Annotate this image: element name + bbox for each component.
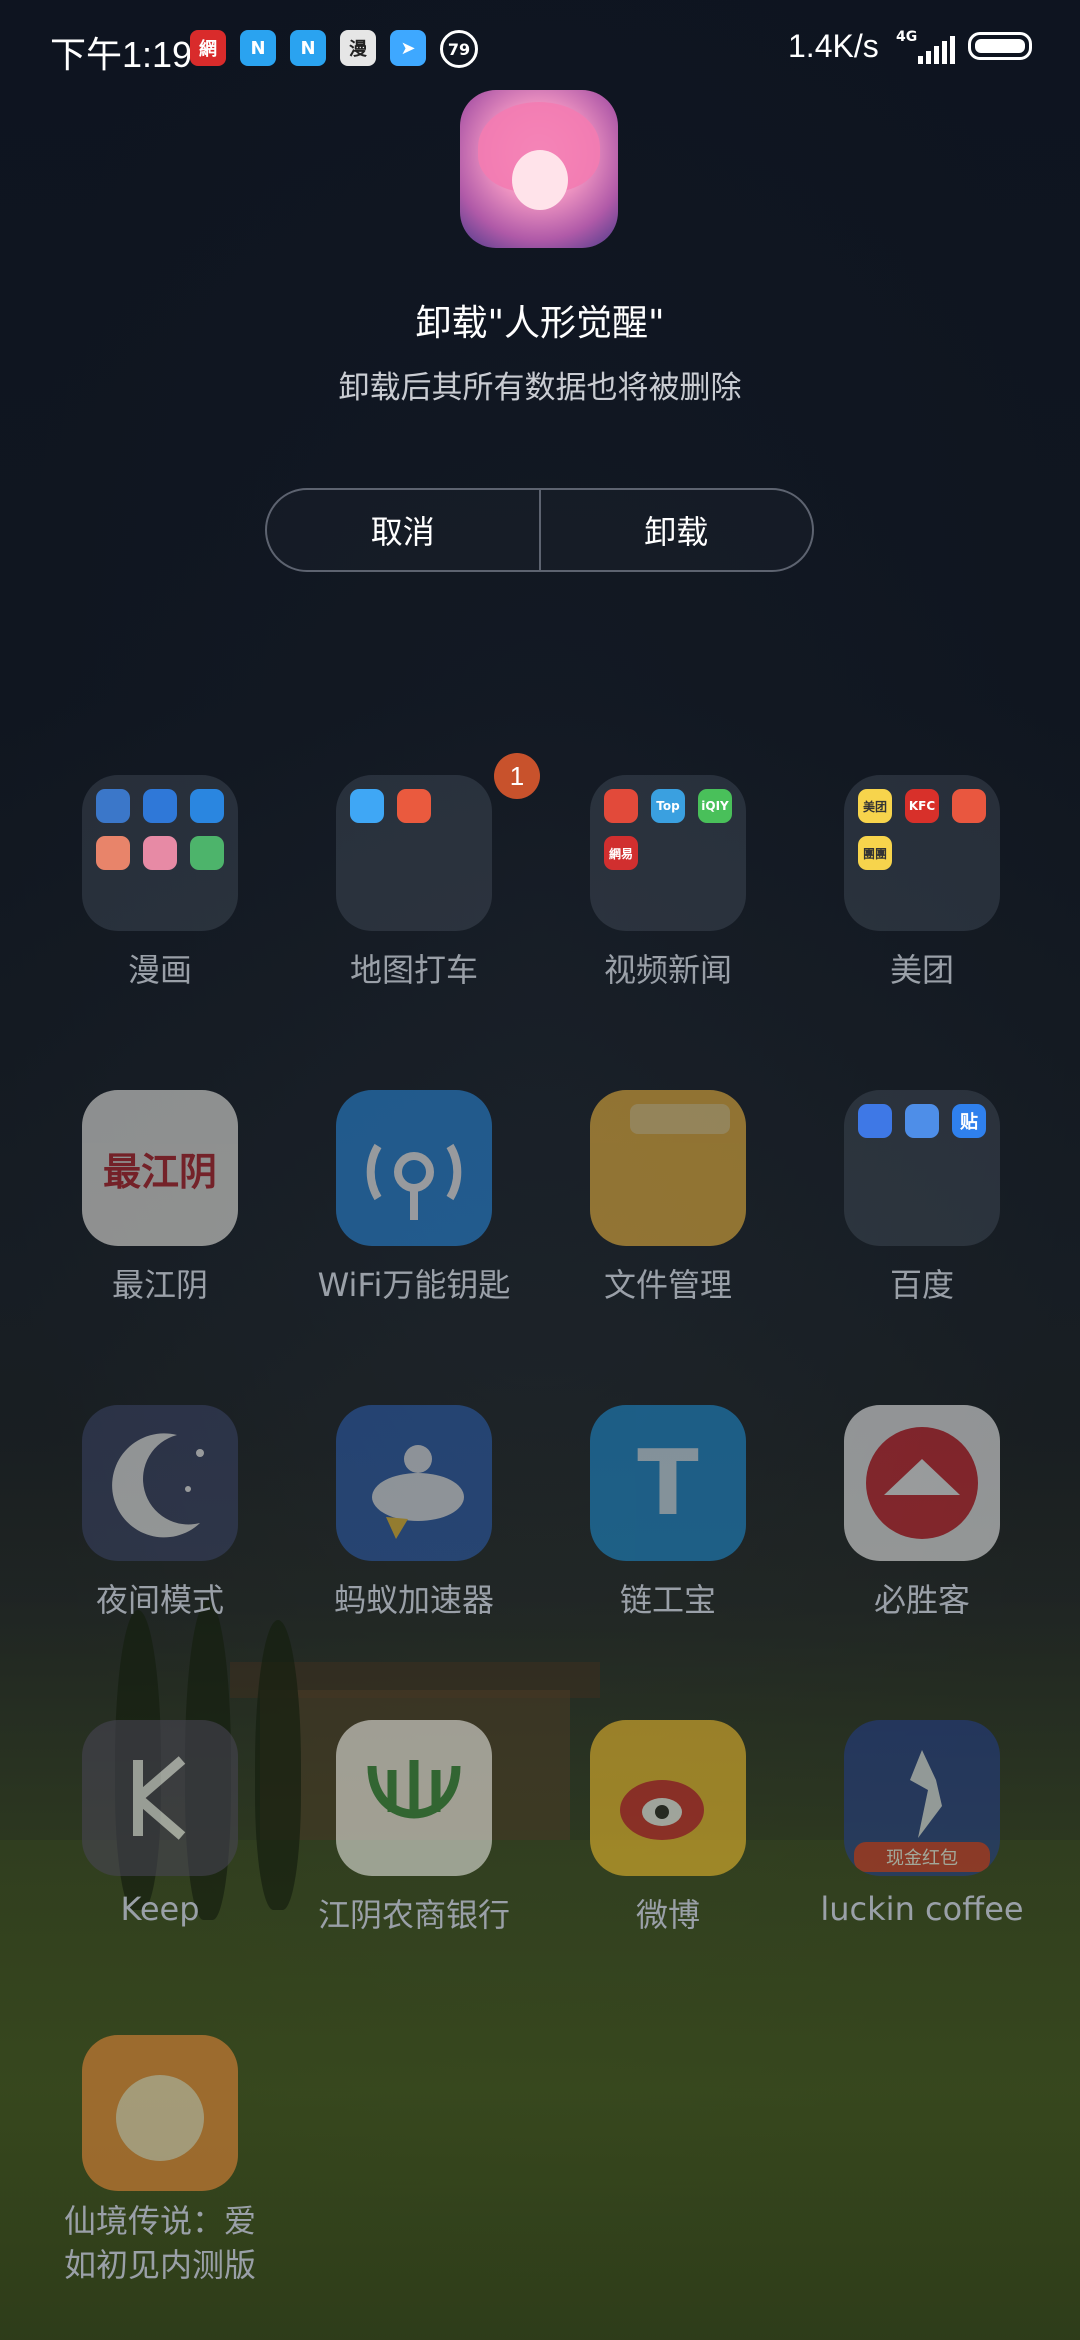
app-ant-accelerator[interactable]: 蚂蚁加速器 xyxy=(264,1405,518,1665)
app-weibo[interactable]: 微博 xyxy=(518,1720,772,1980)
n-app-icon: N xyxy=(290,30,326,66)
jiangyin-bank-icon xyxy=(336,1720,492,1876)
app-ragnarok-game[interactable]: 仙境传说：爱 如初见内测版 xyxy=(10,2035,264,2295)
app-wifi-key[interactable]: WiFi万能钥匙 xyxy=(264,1090,518,1350)
app-folder-comics[interactable]: 漫画 xyxy=(10,775,264,1035)
app-jiangyin-bank[interactable]: 江阴农商银行 xyxy=(264,1720,518,1980)
app-liangongbao[interactable]: T 链工宝 xyxy=(518,1405,772,1665)
mini-app-icon xyxy=(190,836,224,870)
app-file-manager[interactable]: 文件管理 xyxy=(518,1090,772,1350)
liangongbao-icon: T xyxy=(590,1405,746,1561)
red-packet-banner: 现金红包 xyxy=(854,1842,990,1872)
uninstall-button[interactable]: 卸载 xyxy=(541,490,813,570)
ant-accelerator-rocket-icon xyxy=(336,1405,492,1561)
mini-app-icon xyxy=(143,789,177,823)
status-bar: 下午1:19 網 N N 漫 ➤ 79 1.4K/s 4G xyxy=(0,0,1080,96)
luckin-deer-icon: 现金红包 xyxy=(844,1720,1000,1876)
app-pizza-hut[interactable]: 必胜客 xyxy=(772,1405,1026,1665)
mini-app-icon: 美团 xyxy=(858,789,892,823)
maps-taxi-folder-icon xyxy=(336,775,492,931)
cancel-button[interactable]: 取消 xyxy=(267,490,539,570)
mini-app-icon xyxy=(397,789,431,823)
mini-app-icon xyxy=(952,789,986,823)
mini-app-icon: 團團 xyxy=(858,836,892,870)
ragnarok-game-icon xyxy=(82,2035,238,2191)
anime-girl-app-icon xyxy=(460,90,618,248)
comic-app-icon: 漫 xyxy=(340,30,376,66)
keep-icon xyxy=(82,1720,238,1876)
app-folder-maps-taxi[interactable]: 1 地图打车 xyxy=(264,753,540,1035)
mini-app-icon xyxy=(604,789,638,823)
app-keep[interactable]: Keep xyxy=(10,1720,264,1980)
app-label-line: 如初见内测版 xyxy=(63,2246,256,2284)
zuijiangyin-icon: 最江阴 xyxy=(82,1090,238,1246)
app-label: 百度 xyxy=(889,1266,954,1304)
night-mode-moon-icon xyxy=(82,1405,238,1561)
mini-app-icon xyxy=(96,789,130,823)
app-label-line: 仙境传说：爱 xyxy=(63,2202,256,2240)
meituan-folder-icon: 美团 KFC 團團 xyxy=(844,775,1000,931)
video-news-folder-icon: Top iQIY 網易 xyxy=(590,775,746,931)
mini-app-icon: iQIY xyxy=(698,789,732,823)
mini-app-icon xyxy=(905,1104,939,1138)
mini-app-icon xyxy=(350,789,384,823)
status-time: 下午1:19 xyxy=(50,34,193,75)
network-speed: 1.4K/s xyxy=(788,28,879,64)
dialog-button-group: 取消 卸载 xyxy=(265,488,814,572)
app-label: 仙境传说：爱 如初见内测版 xyxy=(10,2199,310,2287)
mini-app-icon xyxy=(190,789,224,823)
app-label: 美团 xyxy=(889,951,954,989)
netease-news-icon: 網 xyxy=(190,30,226,66)
file-manager-icon xyxy=(590,1090,746,1246)
n-app-icon: N xyxy=(240,30,276,66)
app-label: luckin coffee xyxy=(820,1890,1024,1928)
mini-app-icon: Top xyxy=(651,789,685,823)
mini-app-icon: 網易 xyxy=(604,836,638,870)
signal-bars-icon xyxy=(918,36,958,64)
signal-type: 4G xyxy=(896,29,918,45)
dialog-subtitle: 卸载后其所有数据也将被删除 xyxy=(338,370,742,406)
telegram-like-icon: ➤ xyxy=(390,30,426,66)
app-zuijiangyin[interactable]: 最江阴 最江阴 xyxy=(10,1090,264,1350)
app-folder-meituan[interactable]: 美团 KFC 團團 美团 xyxy=(772,775,1026,1035)
dialog-title: 卸载"人形觉醒" xyxy=(415,303,665,344)
mini-app-icon xyxy=(858,1104,892,1138)
weibo-icon xyxy=(590,1720,746,1876)
mini-app-icon: KFC xyxy=(905,789,939,823)
mini-app-icon xyxy=(96,836,130,870)
wifi-key-icon xyxy=(336,1090,492,1246)
baidu-folder-icon: 贴 xyxy=(844,1090,1000,1246)
app-folder-video-news[interactable]: Top iQIY 網易 视频新闻 xyxy=(518,775,772,1035)
comics-folder-icon xyxy=(82,775,238,931)
notification-count-icon: 79 xyxy=(440,30,478,68)
app-folder-baidu[interactable]: 贴 百度 xyxy=(772,1090,1026,1350)
mini-app-icon: 贴 xyxy=(952,1104,986,1138)
app-label: 必胜客 xyxy=(873,1581,970,1619)
mini-app-icon xyxy=(143,836,177,870)
pizza-hut-icon xyxy=(844,1405,1000,1561)
battery-full-icon xyxy=(968,32,1032,60)
app-night-mode[interactable]: 夜间模式 xyxy=(10,1405,264,1665)
app-luckin-coffee[interactable]: 现金红包 luckin coffee xyxy=(772,1720,1026,1980)
